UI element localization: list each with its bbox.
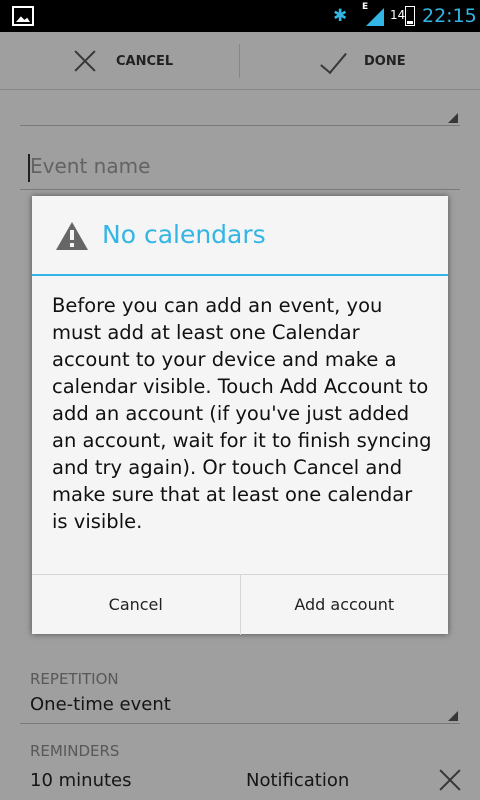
dialog-title: No calendars [102,220,266,249]
dialog-header: No calendars [32,196,448,276]
battery-level: 14 [390,8,406,22]
network-type: E [362,2,369,12]
status-bar: ✱ E 14 22:15 [0,0,480,32]
gallery-notification-icon [12,6,34,26]
clock: 22:15 [422,5,477,27]
dialog-cancel-button[interactable]: Cancel [32,575,240,635]
signal-icon [366,8,384,26]
dialog-message: Before you can add an event, you must ad… [52,294,432,533]
battery-icon [405,6,415,26]
add-account-button[interactable]: Add account [239,575,449,635]
no-calendars-dialog: No calendars Before you can add an event… [32,196,449,635]
bluetooth-icon: ✱ [333,6,348,26]
dialog-button-bar: Cancel Add account [32,574,449,635]
